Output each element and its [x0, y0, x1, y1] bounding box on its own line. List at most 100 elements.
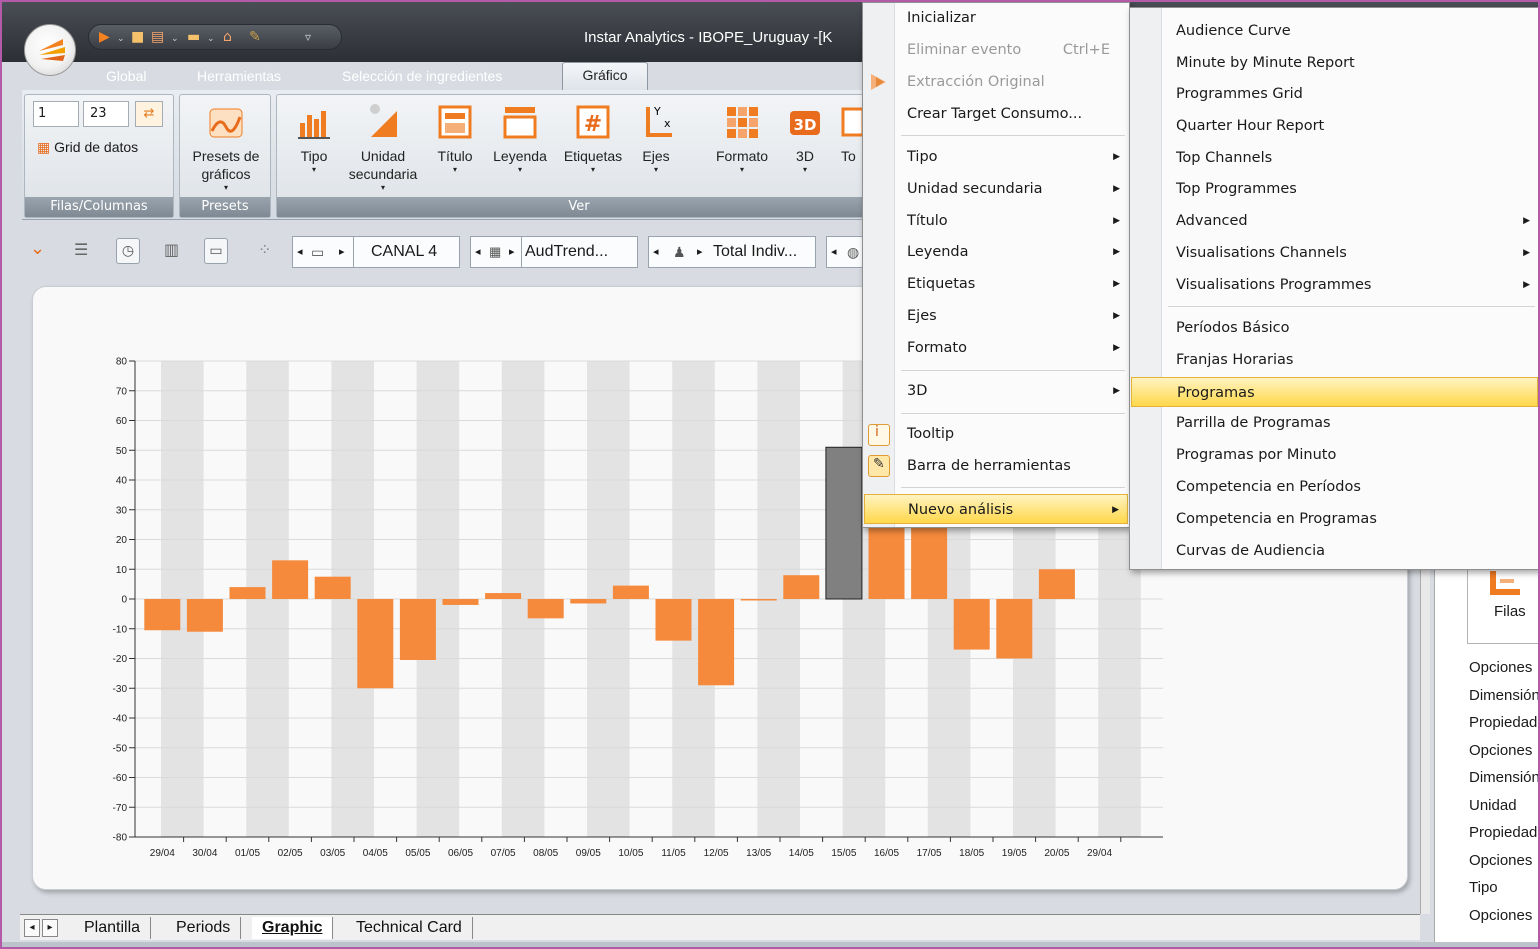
collapse-chevron-icon[interactable]: ⌄ [30, 238, 45, 259]
context-menu-item-etiquetas[interactable]: Etiquetas ▶ [864, 269, 1128, 299]
presets-button[interactable]: Presets de gráficos ▾ [184, 103, 268, 193]
leyenda-button[interactable]: Leyenda ▾ [485, 103, 555, 175]
formato-button[interactable]: Formato ▾ [709, 103, 775, 175]
property-row[interactable]: Opciones [1469, 902, 1538, 929]
submenu-item-top-channels[interactable]: Top Channels [1131, 143, 1538, 173]
context-menu-item-barra-de-herramientas[interactable]: Barra de herramientas [864, 451, 1128, 481]
home-icon[interactable]: ⌂ [223, 29, 232, 45]
property-row[interactable]: Propiedad [1469, 709, 1538, 736]
property-row[interactable]: Opciones [1469, 737, 1538, 764]
prev-arrow-icon[interactable]: ◂ [831, 237, 837, 267]
submenu-item-periodos-basico[interactable]: Períodos Básico [1131, 313, 1538, 343]
bar-12[interactable] [655, 599, 692, 641]
tab-seleccion-ingredientes[interactable]: Selección de ingredientes [334, 64, 510, 88]
app-logo[interactable] [24, 24, 76, 76]
submenu-item-curvas-de-audiencia[interactable]: Curvas de Audiencia [1131, 536, 1538, 566]
context-menu-item-titulo[interactable]: Título ▶ [864, 206, 1128, 236]
context-menu-item-inicializar[interactable]: Inicializar [864, 3, 1128, 33]
sheet-tab-periods[interactable]: Periods [166, 917, 242, 939]
bar-13[interactable] [698, 599, 735, 686]
bar-8[interactable] [485, 593, 522, 599]
play-icon[interactable]: ▶ [99, 29, 110, 45]
property-row[interactable]: Dimensión [1469, 764, 1538, 791]
ejes-button[interactable]: Y x Ejes ▾ [635, 103, 677, 175]
titulo-button[interactable]: Título ▾ [429, 103, 481, 175]
prev-arrow-icon[interactable]: ◂ [297, 237, 303, 267]
channel-selector[interactable]: ◂ ▭ ▸ CANAL 4 [292, 236, 460, 268]
bar-21[interactable] [1038, 569, 1075, 599]
bar-4[interactable] [314, 576, 351, 599]
cols-input[interactable]: 23 [83, 101, 129, 127]
submenu-item-visualisations-channels[interactable]: Visualisations Channels ▶ [1131, 238, 1538, 268]
next-arrow-icon[interactable]: ▸ [697, 237, 703, 267]
dots-grid-icon[interactable]: ⁘ [258, 240, 271, 259]
tab-global[interactable]: Global [98, 64, 154, 88]
sheet-prev-icon[interactable]: ◂ [24, 919, 40, 937]
etiquetas-button[interactable]: # Etiquetas ▾ [557, 103, 629, 175]
submenu-item-quarter-hour-report[interactable]: Quarter Hour Report [1131, 111, 1538, 141]
property-row[interactable]: Propiedad [1469, 819, 1538, 846]
submenu-item-programas-por-minuto[interactable]: Programas por Minuto [1131, 440, 1538, 470]
bar-0[interactable] [144, 599, 181, 631]
prev-arrow-icon[interactable]: ◂ [653, 237, 659, 267]
submenu-item-franjas-horarias[interactable]: Franjas Horarias [1131, 345, 1538, 375]
submenu-item-programas[interactable]: Programas [1131, 377, 1538, 407]
chevron-down-icon[interactable]: ⌄ [207, 31, 215, 47]
bar-1[interactable] [186, 599, 223, 632]
bar-16[interactable] [825, 446, 863, 600]
context-menu-item-leyenda[interactable]: Leyenda ▶ [864, 237, 1128, 267]
export-icon[interactable]: ▤ [151, 29, 164, 45]
bar-9[interactable] [527, 599, 564, 619]
submenu-item-parrilla-de-programas[interactable]: Parrilla de Programas [1131, 408, 1538, 438]
sheet-tab-plantilla[interactable]: Plantilla [74, 917, 152, 939]
property-row[interactable]: Tipo [1469, 874, 1538, 901]
submenu-item-top-programmes[interactable]: Top Programmes [1131, 174, 1538, 204]
next-arrow-icon[interactable]: ▸ [339, 237, 345, 267]
bar-5[interactable] [357, 599, 394, 689]
tab-grafico[interactable]: Gráfico [562, 62, 648, 90]
bar-20[interactable] [996, 599, 1033, 659]
tab-herramientas[interactable]: Herramientas [189, 64, 289, 88]
context-menu-item-ejes[interactable]: Ejes ▶ [864, 301, 1128, 331]
key-icon[interactable]: ✎ [249, 29, 261, 45]
bar-2[interactable] [229, 587, 266, 599]
qat-more-icon[interactable]: ▿ [305, 29, 311, 45]
calendar-icon[interactable]: ▭ [204, 238, 228, 264]
list-icon[interactable]: ☰ [74, 240, 88, 259]
bar-14[interactable] [740, 599, 777, 601]
submenu-item-advanced[interactable]: Advanced ▶ [1131, 206, 1538, 236]
save-icon[interactable]: ■ [131, 29, 144, 45]
chevron-down-icon[interactable]: ⌄ [117, 31, 125, 47]
bar-17[interactable] [868, 515, 905, 599]
3d-button[interactable]: 3D 3D ▾ [781, 103, 829, 175]
tipo-button[interactable]: Tipo ▾ [291, 103, 337, 175]
property-row[interactable]: Opciones [1469, 847, 1538, 874]
context-menu-item-tooltip[interactable]: Tooltip [864, 419, 1128, 449]
context-menu-item-nuevo-analisis[interactable]: Nuevo análisis ▶ [864, 494, 1128, 524]
bar-7[interactable] [442, 599, 479, 605]
variable-selector[interactable]: ◂ ▦ ▸ AudTrend... [470, 236, 638, 268]
bar-10[interactable] [570, 599, 607, 604]
bar-19[interactable] [953, 599, 990, 650]
print-icon[interactable]: ▬ [187, 29, 200, 45]
submenu-item-minute-by-minute-report[interactable]: Minute by Minute Report [1131, 48, 1538, 78]
sheet-tab-technical-card[interactable]: Technical Card [346, 917, 473, 939]
submenu-item-competencia-en-programas[interactable]: Competencia en Programas [1131, 504, 1538, 534]
context-menu-item-crear-target-consumo[interactable]: Crear Target Consumo... [864, 99, 1128, 129]
context-menu-item-tipo[interactable]: Tipo ▶ [864, 142, 1128, 172]
submenu-item-programmes-grid[interactable]: Programmes Grid [1131, 79, 1538, 109]
next-arrow-icon[interactable]: ▸ [509, 237, 515, 267]
bar-6[interactable] [399, 599, 436, 660]
target-selector[interactable]: ◂ ♟ ▸ Total Indiv... [648, 236, 816, 268]
property-row[interactable]: Dimensión [1469, 682, 1538, 709]
bar-18[interactable] [911, 515, 948, 599]
submenu-item-competencia-en-periodos[interactable]: Competencia en Períodos [1131, 472, 1538, 502]
property-row[interactable]: Unidad [1469, 792, 1538, 819]
prev-arrow-icon[interactable]: ◂ [475, 237, 481, 267]
property-row[interactable]: Opciones [1469, 654, 1538, 681]
rows-input[interactable]: 1 [33, 101, 79, 127]
context-menu-item-formato[interactable]: Formato ▶ [864, 333, 1128, 363]
bar-11[interactable] [612, 585, 649, 599]
bar-15[interactable] [783, 575, 820, 599]
grid-de-datos-button[interactable]: ▦ Grid de datos [37, 139, 138, 156]
